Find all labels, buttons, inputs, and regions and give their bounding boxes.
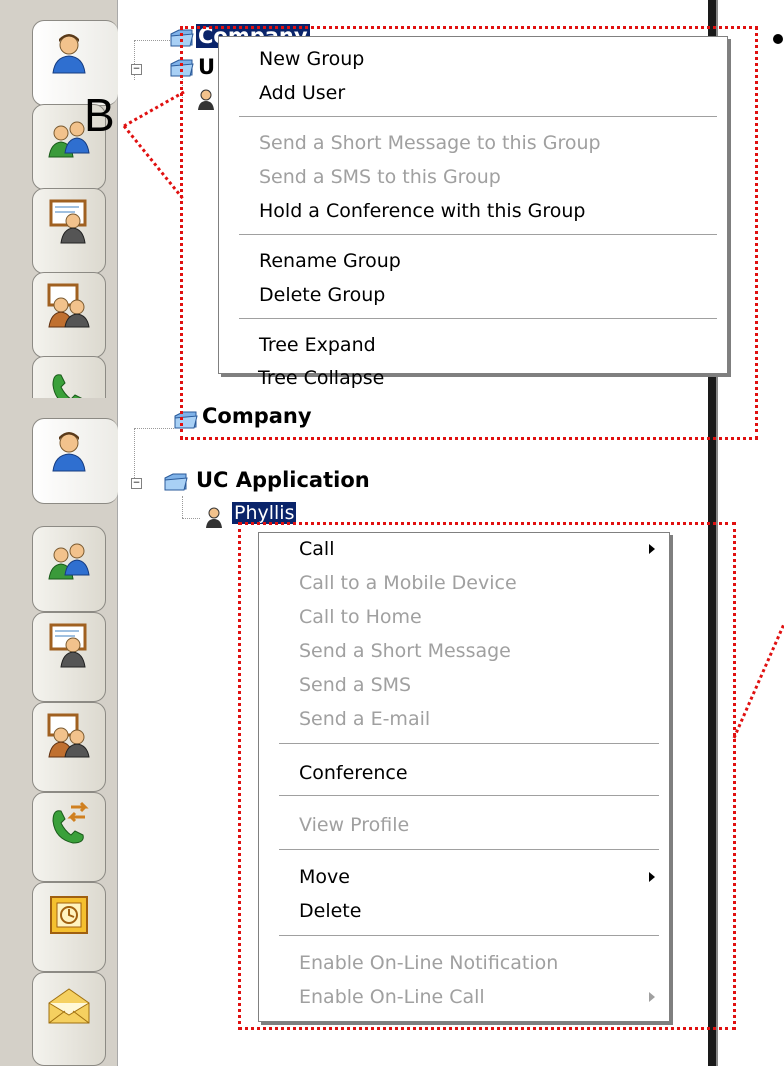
envelope-icon (48, 988, 90, 1024)
user-contacts-icon (52, 432, 86, 472)
tab-messages[interactable] (32, 972, 106, 1066)
tab-conference[interactable] (32, 272, 106, 358)
tree-collapse-toggle[interactable]: − (131, 64, 142, 75)
tab-presence[interactable] (32, 188, 106, 274)
conference-users-icon (47, 713, 90, 758)
folder-icon (164, 473, 188, 491)
annotation-box-group-menu (180, 26, 758, 440)
presentation-user-icon (49, 199, 87, 244)
tab-presence[interactable] (32, 612, 106, 702)
outlook-calendar-icon (50, 896, 88, 934)
tree-node-uc-application[interactable]: UC Application (196, 468, 370, 492)
tab-conference[interactable] (32, 702, 106, 792)
tab-calendar[interactable] (32, 882, 106, 972)
annotation-box-user-menu (238, 522, 736, 1030)
call-transfer-icon (52, 374, 83, 398)
tree-collapse-toggle[interactable]: − (131, 478, 142, 489)
tab-calls[interactable] (32, 356, 106, 398)
conference-users-icon (47, 283, 90, 328)
tab-groups[interactable] (32, 526, 106, 612)
tab-calls[interactable] (32, 792, 106, 882)
call-transfer-icon (52, 801, 89, 844)
tab-contacts[interactable] (32, 418, 118, 504)
presentation-user-icon (49, 623, 87, 668)
user-icon (206, 507, 222, 528)
group-contacts-icon (48, 543, 90, 580)
user-contacts-icon (52, 34, 86, 74)
annotation-label-b: B (84, 89, 115, 141)
bullet-point (773, 34, 783, 44)
tree-node-user-phyllis[interactable]: Phyllis (230, 501, 298, 525)
